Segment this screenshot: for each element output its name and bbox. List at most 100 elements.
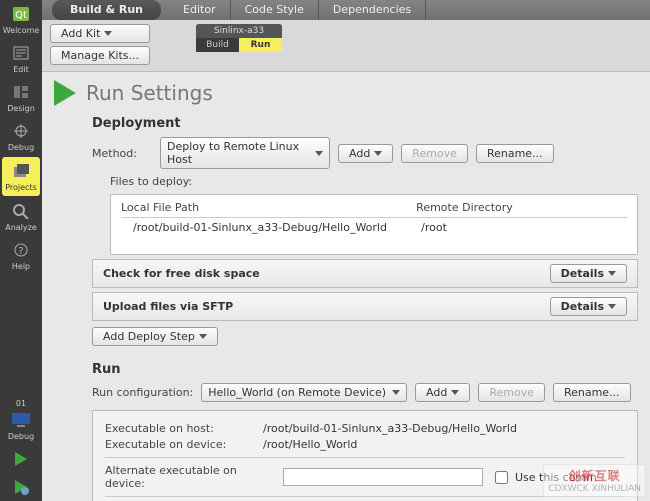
main-area: Build & Run Editor Code Style Dependenci… <box>42 0 650 501</box>
deployment-title: Deployment <box>92 116 638 131</box>
deploy-step-diskspace[interactable]: Check for free disk space Details <box>92 259 638 288</box>
files-table: Local File Path Remote Directory /root/b… <box>110 194 638 255</box>
btn-label: Details <box>561 267 604 280</box>
run-add-button[interactable]: Add <box>415 383 470 402</box>
chevron-down-icon <box>374 151 382 156</box>
qt-logo-icon: Qt <box>10 4 32 24</box>
btn-label: Add Deploy Step <box>103 330 195 343</box>
sidebar-label: Debug <box>8 143 34 152</box>
tab-editor[interactable]: Editor <box>169 0 231 20</box>
btn-label: Add <box>426 386 447 399</box>
cell-local: /root/build-01-Sinlunx_a33-Debug/Hello_W… <box>133 221 421 234</box>
run-config-combo[interactable]: Hello_World (on Remote Device) <box>201 383 407 402</box>
design-icon <box>10 82 32 102</box>
deploy-add-button[interactable]: Add <box>338 144 393 163</box>
method-label: Method: <box>92 147 152 160</box>
chevron-down-icon <box>608 304 616 309</box>
play-icon <box>10 449 32 469</box>
watermark-sub: CDXWCK XINHULIAN <box>548 484 641 494</box>
step-label: Check for free disk space <box>103 267 260 280</box>
page-title: Run Settings <box>86 81 213 105</box>
left-sidebar: Qt Welcome Edit Design Debug Projects An… <box>0 0 42 501</box>
sidebar-label: Welcome <box>3 26 40 35</box>
sidebar-label: 01 <box>16 399 26 408</box>
kit-build-tab[interactable]: Build <box>196 38 239 52</box>
alt-exec-label: Alternate executable on device: <box>105 464 275 490</box>
run-remove-button[interactable]: Remove <box>478 383 545 402</box>
chevron-down-icon <box>451 390 459 395</box>
tab-code-style[interactable]: Code Style <box>231 0 319 20</box>
btn-label: Add <box>349 147 370 160</box>
exec-host-value: /root/build-01-Sinlunx_a33-Debug/Hello_W… <box>263 422 517 435</box>
details-button[interactable]: Details <box>550 297 627 316</box>
sidebar-item-projects[interactable]: Projects <box>2 157 40 196</box>
sidebar-label: Design <box>7 104 35 113</box>
sidebar-label: Analyze <box>5 223 37 232</box>
kit-tab: Sinlinx-a33 Build Run <box>196 24 282 52</box>
chevron-down-icon <box>104 31 112 36</box>
deploy-step-sftp[interactable]: Upload files via SFTP Details <box>92 292 638 321</box>
kit-row: Add Kit Manage Kits... Sinlinx-a33 Build… <box>42 20 650 72</box>
sidebar-item-help[interactable]: ? Help <box>0 236 42 275</box>
btn-label: Details <box>561 300 604 313</box>
watermark-brand: 创新互联 <box>569 469 621 483</box>
svg-text:?: ? <box>18 246 23 257</box>
add-deploy-step-button[interactable]: Add Deploy Step <box>92 327 218 346</box>
exec-device-value: /root/Hello_World <box>263 438 357 451</box>
deploy-rename-button[interactable]: Rename... <box>476 144 554 163</box>
manage-kits-button[interactable]: Manage Kits... <box>50 46 150 65</box>
run-title: Run <box>92 362 638 377</box>
method-combo[interactable]: Deploy to Remote Linux Host <box>160 137 330 169</box>
run-icon <box>54 80 76 106</box>
chevron-down-icon <box>608 271 616 276</box>
alt-exec-input[interactable] <box>283 468 483 486</box>
sidebar-item-debug[interactable]: Debug <box>0 117 42 156</box>
step-label: Upload files via SFTP <box>103 300 233 313</box>
tab-dependencies[interactable]: Dependencies <box>319 0 426 20</box>
files-to-deploy-label: Files to deploy: <box>110 175 638 188</box>
debug-icon <box>10 121 32 141</box>
chevron-down-icon <box>315 151 323 156</box>
kit-name[interactable]: Sinlinx-a33 <box>196 24 282 38</box>
run-config-label: Run configuration: <box>92 386 193 399</box>
analyze-icon <box>10 201 32 221</box>
content-scroll[interactable]: Run Settings Deployment Method: Deploy t… <box>42 72 650 501</box>
play-bug-icon <box>10 477 32 497</box>
details-button[interactable]: Details <box>550 264 627 283</box>
svg-text:Qt: Qt <box>15 10 27 21</box>
sidebar-target[interactable]: 01 Debug <box>0 395 42 445</box>
tab-build-run[interactable]: Build & Run <box>52 0 161 20</box>
col-local-path: Local File Path <box>121 201 416 214</box>
combo-value: Deploy to Remote Linux Host <box>167 140 309 166</box>
btn-label: Add Kit <box>61 27 100 40</box>
sidebar-label: Edit <box>13 65 29 74</box>
help-icon: ? <box>10 240 32 260</box>
sidebar-label: Help <box>12 262 30 271</box>
sidebar-run-button[interactable] <box>0 445 42 473</box>
sidebar-item-analyze[interactable]: Analyze <box>0 197 42 236</box>
exec-device-label: Executable on device: <box>105 438 255 451</box>
projects-tabbar: Build & Run Editor Code Style Dependenci… <box>42 0 650 20</box>
sidebar-debug-run-button[interactable] <box>0 473 42 501</box>
kit-run-tab[interactable]: Run <box>239 38 282 52</box>
col-remote-dir: Remote Directory <box>416 201 627 214</box>
sidebar-label: Projects <box>5 183 37 192</box>
sidebar-label: Debug <box>8 432 34 441</box>
add-kit-button[interactable]: Add Kit <box>50 24 150 43</box>
chevron-down-icon <box>392 390 400 395</box>
run-rename-button[interactable]: Rename... <box>553 383 631 402</box>
chevron-down-icon <box>199 334 207 339</box>
sidebar-item-edit[interactable]: Edit <box>0 39 42 78</box>
checkbox[interactable] <box>495 471 508 484</box>
combo-value: Hello_World (on Remote Device) <box>208 386 386 399</box>
exec-host-label: Executable on host: <box>105 422 255 435</box>
watermark: 创新互联 CDXWCK XINHULIAN <box>543 464 646 497</box>
deploy-remove-button[interactable]: Remove <box>401 144 468 163</box>
monitor-icon <box>10 410 32 430</box>
table-row[interactable]: /root/build-01-Sinlunx_a33-Debug/Hello_W… <box>121 218 627 234</box>
cell-remote: /root <box>421 221 627 234</box>
sidebar-item-welcome[interactable]: Qt Welcome <box>0 0 42 39</box>
sidebar-item-design[interactable]: Design <box>0 78 42 117</box>
edit-icon <box>10 43 32 63</box>
projects-icon <box>10 161 32 181</box>
